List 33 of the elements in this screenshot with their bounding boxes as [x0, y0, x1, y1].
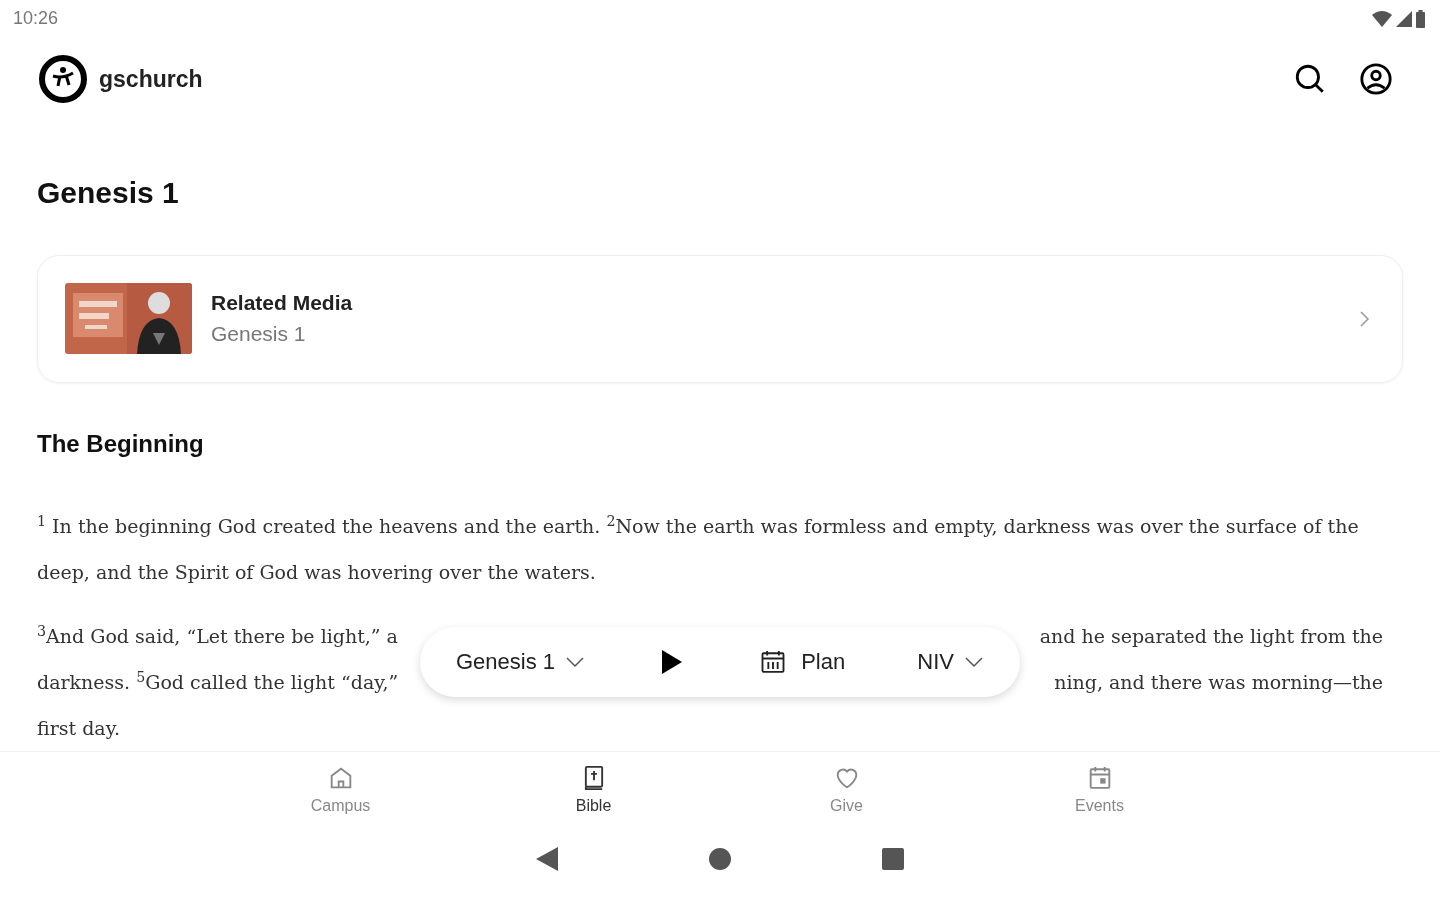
wifi-icon	[1372, 10, 1392, 27]
verse-text: and he separated the light from the	[1039, 623, 1383, 649]
home-button-icon[interactable]	[708, 847, 732, 872]
battery-icon	[1416, 9, 1425, 28]
nav-tab[interactable]: Events	[1048, 763, 1151, 827]
section-heading: The Beginning	[37, 428, 205, 459]
verse-text: $^{3}$And God said, “Let there be light,” a	[37, 621, 398, 649]
version-dropdown[interactable]: NIV	[917, 645, 984, 679]
media-title: Related Media	[211, 289, 354, 316]
nav-tab[interactable]: Give	[795, 763, 898, 827]
verse-text: first day.	[37, 715, 120, 741]
chapter-dropdown[interactable]: Genesis 1	[456, 645, 586, 679]
account-button[interactable]	[1358, 61, 1394, 98]
chevron-right-icon	[1358, 309, 1370, 328]
status-time: 10:26	[13, 7, 59, 31]
related-media-card[interactable]: Related Media Genesis 1	[37, 254, 1403, 383]
brand-name: gschurch	[99, 65, 203, 94]
verse-paragraph: $^{1}$ In the beginning God created the heavens and the earth. $^{2}$Now the earth was formless and empty, darkness was over the surface of the deep, and the Spirit of God was hovering over the waters.	[37, 511, 1360, 585]
media-subtitle: Genesis 1	[211, 320, 307, 347]
account-icon	[1359, 62, 1393, 97]
nav-tab[interactable]: Bible	[542, 763, 645, 827]
verse-text: ning, and there was morning—the	[1054, 669, 1383, 695]
page-title: Genesis 1	[37, 174, 180, 211]
recents-icon[interactable]	[882, 848, 904, 871]
signal-icon	[1396, 10, 1412, 27]
play-icon	[662, 649, 683, 674]
verse-text: darkness. $^{5}$God called the light “day,”	[37, 667, 399, 695]
plan-button[interactable]: Plan	[759, 645, 846, 679]
back-icon[interactable]	[536, 847, 558, 872]
nav-tab[interactable]: Campus	[289, 763, 392, 827]
logo-icon	[38, 54, 88, 105]
chevron-down-icon	[964, 655, 984, 668]
chevron-down-icon	[565, 655, 586, 668]
